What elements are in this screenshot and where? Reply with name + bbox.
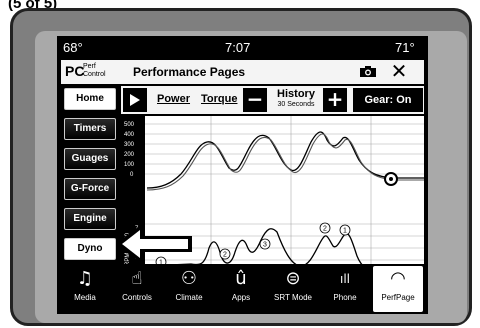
torque-toggle[interactable]: Torque [201, 93, 237, 105]
nav-srt-mode[interactable]: ⊜ SRT Mode [268, 266, 318, 312]
play-button[interactable] [123, 88, 147, 112]
history-duration: 30 Seconds [277, 101, 315, 108]
nav-phone-label: Phone [333, 293, 357, 302]
srt-mode-icon: ⊜ [285, 268, 301, 289]
phone-signal-icon: ıll [339, 272, 350, 286]
toolbar: Power Torque − History 30 Seconds + Gear… [121, 86, 424, 114]
nav-controls-label: Controls [122, 293, 152, 302]
camera-icon[interactable] [359, 65, 377, 78]
shift-marker-5-text: 1 [343, 228, 347, 235]
history-plus-button[interactable]: + [323, 88, 347, 112]
page-title: Performance Pages [133, 65, 246, 79]
nav-climate[interactable]: ⚇ Climate [164, 266, 214, 312]
nav-apps[interactable]: û Apps [216, 266, 266, 312]
tick-300: 300 [124, 142, 135, 148]
title-bar: PC Perf Control Performance Pages ✕ [61, 60, 424, 84]
sidebar: Home Timers Guages G-Force Engine Dyno [61, 86, 119, 290]
sidebar-item-g-force[interactable]: G-Force [64, 178, 116, 200]
music-note-icon: ♫ [76, 268, 94, 289]
torque-curve [146, 133, 424, 191]
power-curve [146, 131, 424, 189]
history-label: History [277, 88, 315, 100]
shift-marker-4-text: 2 [323, 226, 327, 233]
perf-page-gauge-icon: ◠ [390, 268, 406, 289]
touchscreen: 68° 7:07 71° PC Perf Control Performance … [57, 36, 428, 314]
pc-logo-sub: Perf Control [83, 63, 106, 79]
callout-arrow [116, 224, 192, 264]
shift-marker-3-text: 3 [263, 242, 267, 249]
tick-500: 500 [124, 122, 135, 128]
nav-apps-label: Apps [231, 293, 251, 302]
tick-400: 400 [124, 132, 135, 138]
sidebar-item-engine[interactable]: Engine [64, 208, 116, 230]
sidebar-item-timers[interactable]: Timers [64, 118, 116, 140]
tick-200: 200 [124, 152, 135, 158]
nav-srt-mode-label: SRT Mode [274, 293, 312, 302]
history-minus-button[interactable]: − [243, 88, 267, 112]
apps-icon: û [235, 268, 247, 289]
temp-left[interactable]: 68° [63, 40, 83, 55]
close-icon[interactable]: ✕ [389, 61, 409, 81]
nav-controls[interactable]: ☝ Controls [112, 266, 162, 312]
temp-right[interactable]: 71° [395, 40, 415, 55]
controls-hand-icon: ☝ [131, 268, 143, 289]
sidebar-item-home[interactable]: Home [64, 88, 116, 110]
sidebar-item-guages[interactable]: Guages [64, 148, 116, 170]
sidebar-item-dyno[interactable]: Dyno [64, 238, 116, 260]
nav-phone[interactable]: ıll Phone [320, 266, 370, 312]
logo-sub-2: Control [83, 71, 106, 78]
power-toggle[interactable]: Power [157, 93, 190, 105]
gear-toggle[interactable]: Gear: On [353, 88, 423, 112]
nav-perfpage-label: PerfPage [381, 293, 415, 302]
nav-perfpage[interactable]: ◠ PerfPage [373, 266, 423, 312]
nav-media-label: Media [74, 293, 96, 302]
nav-climate-label: Climate [175, 293, 203, 302]
status-bar: 68° 7:07 71° [57, 36, 428, 58]
shift-marker-2-text: 2 [223, 252, 227, 259]
power-end-marker-dot [389, 177, 393, 181]
history-display: History 30 Seconds [271, 88, 321, 109]
bottom-nav: ♫ Media ☝ Controls ⚇ Climate û Apps ⊜ SR… [57, 264, 428, 314]
logo-sub-1: Perf [83, 63, 96, 70]
clock: 7:07 [225, 40, 251, 55]
play-icon [130, 94, 140, 106]
nav-media[interactable]: ♫ Media [60, 266, 110, 312]
tick-100: 100 [124, 162, 135, 168]
climate-icon: ⚇ [180, 268, 198, 289]
pc-logo: PC [65, 63, 85, 79]
